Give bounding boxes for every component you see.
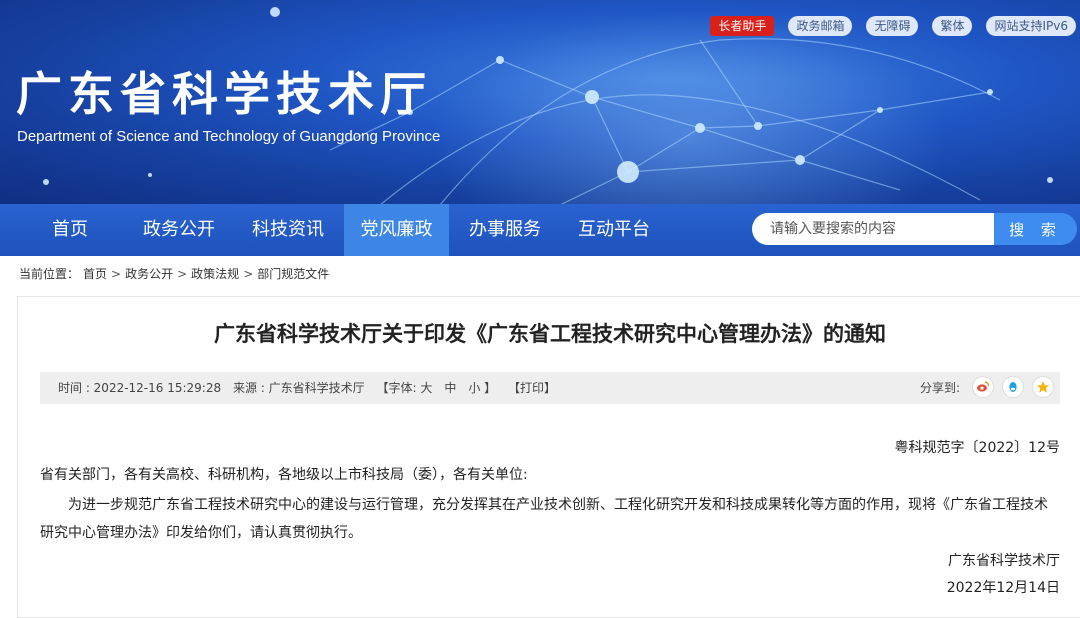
site-title: 广东省科学技术厅 <box>16 67 432 121</box>
qzone-icon[interactable] <box>1032 376 1054 398</box>
article-paragraph: 为进一步规范广东省工程技术研究中心的建设与运行管理，充分发挥其在产业技术创新、工… <box>40 497 1048 541</box>
nav-home[interactable]: 首页 <box>30 204 110 256</box>
font-size-controls[interactable]: 【字体: 大 中 小 】 <box>376 381 496 395</box>
breadcrumb-prefix: 当前位置： <box>19 267 80 281</box>
addressee: 省有关部门，各有关高校、科研机构，各地级以上市科技局（委），各有关单位: <box>40 467 528 483</box>
article-source: 来源 : 广东省科学技术厅 <box>232 381 365 395</box>
article-meta-bar: 时间 : 2022-12-16 15:29:28 来源 : 广东省科学技术厅 【… <box>40 372 1060 404</box>
print-link[interactable]: 【打印】 <box>508 381 556 395</box>
nav-sci-news[interactable]: 科技资讯 <box>235 204 341 256</box>
site-banner: 广东省科学技术厅 Department of Science and Techn… <box>0 0 1080 204</box>
breadcrumb-policies[interactable]: 政策法规 <box>191 267 239 281</box>
ipv6-support-link[interactable]: 网站支持IPv6 <box>986 16 1076 36</box>
site-subtitle: Department of Science and Technology of … <box>17 128 441 145</box>
nav-gov-affairs[interactable]: 政务公开 <box>126 204 232 256</box>
signature: 广东省科学技术厅 <box>948 553 1060 569</box>
search-button[interactable]: 搜 索 <box>994 213 1077 245</box>
share-label: 分享到: <box>919 380 960 395</box>
nav-services[interactable]: 办事服务 <box>452 204 558 256</box>
qq-icon[interactable] <box>1002 376 1024 398</box>
search-box: 搜 索 <box>752 213 1077 245</box>
breadcrumb: 当前位置： 首页 > 政务公开 > 政策法规 > 部门规范文件 <box>19 265 333 282</box>
breadcrumb-sep: > <box>243 267 254 281</box>
breadcrumb-sep: > <box>111 267 122 281</box>
document-number: 粤科规范字〔2022〕12号 <box>894 440 1060 456</box>
publish-time: 时间 : 2022-12-16 15:29:28 <box>58 381 222 395</box>
breadcrumb-dept-docs[interactable]: 部门规范文件 <box>257 267 329 281</box>
elder-assistant-link[interactable]: 长者助手 <box>710 16 775 36</box>
gov-mailbox-link[interactable]: 政务邮箱 <box>788 16 853 36</box>
nav-party-integrity[interactable]: 党风廉政 <box>344 204 449 256</box>
breadcrumb-gov-affairs[interactable]: 政务公开 <box>125 267 173 281</box>
traditional-chinese-link[interactable]: 繁体 <box>932 16 973 36</box>
nav-interaction[interactable]: 互动平台 <box>561 204 667 256</box>
sign-date: 2022年12月14日 <box>946 580 1060 596</box>
weibo-icon[interactable] <box>972 376 994 398</box>
breadcrumb-sep: > <box>177 267 188 281</box>
article-title: 广东省科学技术厅关于印发《广东省工程技术研究中心管理办法》的通知 <box>214 322 886 346</box>
search-input[interactable] <box>752 213 994 245</box>
top-links: 长者助手 政务邮箱 无障碍 繁体 网站支持IPv6 <box>710 16 1076 36</box>
breadcrumb-home[interactable]: 首页 <box>83 267 107 281</box>
accessibility-link[interactable]: 无障碍 <box>866 16 919 36</box>
